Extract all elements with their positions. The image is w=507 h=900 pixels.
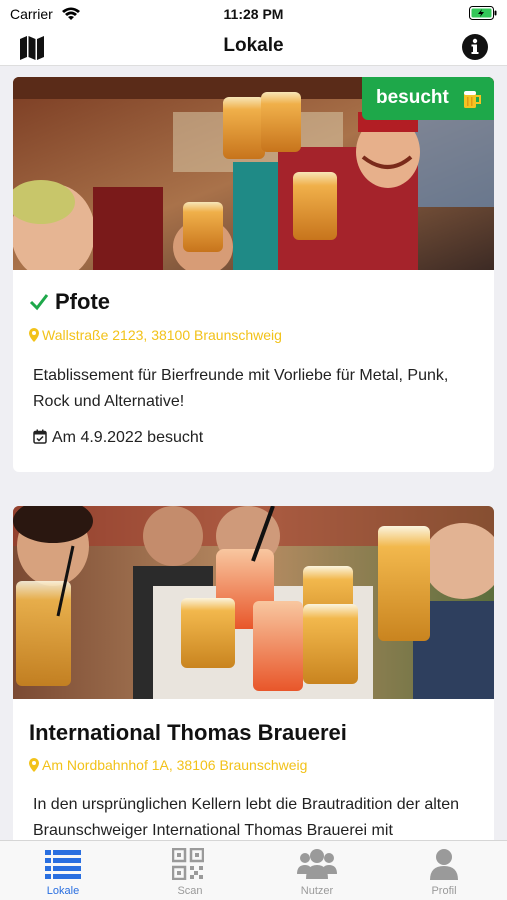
visited-badge: besucht <box>362 77 494 120</box>
tab-label: Nutzer <box>300 885 334 897</box>
badge-label: besucht <box>376 87 449 108</box>
status-time: 11:28 PM <box>223 6 284 22</box>
battery-icon <box>469 6 497 20</box>
users-icon <box>297 849 337 879</box>
tab-profil[interactable]: Profil <box>381 841 507 900</box>
calendar-check-icon <box>33 429 47 444</box>
tab-nutzer[interactable]: Nutzer <box>254 841 380 900</box>
tab-label: Scan <box>177 885 203 897</box>
tab-bar: Lokale Scan Nutzer Profil <box>0 840 507 900</box>
lokal-card[interactable]: besucht Pfote Wallstraße 2123, 38100 Bra… <box>13 77 494 472</box>
map-pin-icon <box>29 328 39 342</box>
lokal-description: Etablissement für Bierfreunde mit Vorlie… <box>33 367 449 410</box>
user-icon <box>430 849 458 880</box>
status-bar: Carrier 11:28 PM <box>0 0 507 28</box>
lokal-photo <box>13 506 494 699</box>
lokal-name: International Thomas Brauerei <box>29 720 347 745</box>
visited-date-row: Am 4.9.2022 besucht <box>33 429 203 447</box>
address-row: Am Nordbahnhof 1A, 38106 Braunschweig <box>29 757 307 773</box>
tab-label: Profil <box>431 885 457 897</box>
checkmark-icon <box>29 294 49 311</box>
page-title: Lokale <box>223 35 284 56</box>
beer-mug-icon <box>464 91 481 108</box>
navigation-bar: Lokale <box>0 28 507 66</box>
lokal-address: Am Nordbahnhof 1A, 38106 Braunschweig <box>42 757 308 773</box>
tab-label: Lokale <box>46 885 80 897</box>
qr-code-icon <box>172 848 204 880</box>
lokal-card[interactable]: International Thomas Brauerei Am Nordbah… <box>13 506 494 840</box>
address-row: Wallstraße 2123, 38100 Braunschweig <box>29 327 282 343</box>
info-icon[interactable] <box>461 33 489 61</box>
list-icon <box>45 850 81 879</box>
visited-date-text: Am 4.9.2022 besucht <box>52 429 204 446</box>
map-pin-icon <box>29 758 39 772</box>
lokal-description: In den ursprünglichen Kellern lebt die B… <box>33 796 460 839</box>
lokale-list[interactable]: besucht Pfote Wallstraße 2123, 38100 Bra… <box>0 67 507 840</box>
lokal-name: Pfote <box>55 289 110 314</box>
lokal-address: Wallstraße 2123, 38100 Braunschweig <box>42 327 282 343</box>
tab-lokale[interactable]: Lokale <box>0 841 126 900</box>
tab-scan[interactable]: Scan <box>127 841 253 900</box>
